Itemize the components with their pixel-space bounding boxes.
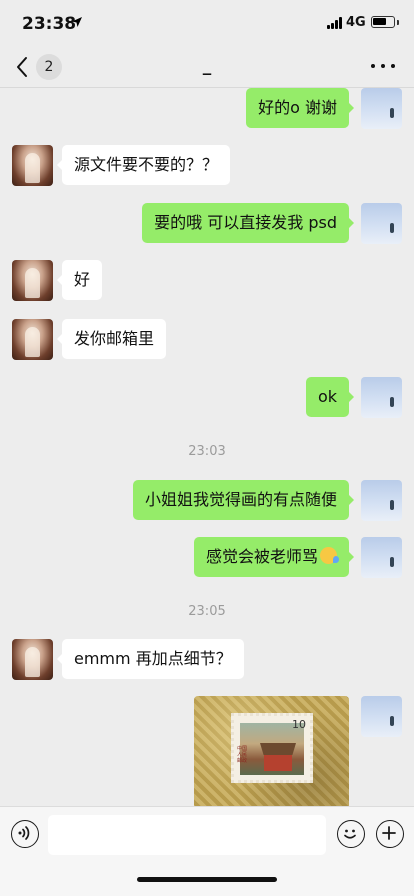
contact-avatar[interactable] xyxy=(12,639,53,680)
more-dots-icon xyxy=(371,64,375,68)
message-bubble-outgoing[interactable]: 要的哦 可以直接发我 psd xyxy=(142,203,354,243)
stamp-text: 中国人民邮政 xyxy=(237,746,248,764)
message-input-bar xyxy=(0,806,414,896)
contact-avatar[interactable] xyxy=(12,319,53,360)
chat-title: _ xyxy=(202,56,212,76)
voice-input-button[interactable] xyxy=(11,820,39,848)
chat-message-list[interactable]: 好的o 谢谢 源文件要不要的？？ 要的哦 可以直接发我 psd 好 发你邮箱里 … xyxy=(0,88,414,806)
status-bar: 23:38 4G xyxy=(0,0,414,48)
message-bubble-incoming[interactable]: 好 xyxy=(56,260,103,300)
status-time: 23:38 xyxy=(22,14,77,34)
message-bubble-outgoing[interactable]: ok xyxy=(305,377,355,417)
timestamp-divider: 23:05 xyxy=(188,604,226,619)
more-options-button[interactable] xyxy=(370,56,396,76)
my-avatar[interactable] xyxy=(361,88,402,129)
image-message[interactable]: 10 中国人民邮政 xyxy=(194,696,349,806)
contact-avatar[interactable] xyxy=(12,145,53,186)
contact-avatar[interactable] xyxy=(12,260,53,301)
smiley-icon xyxy=(344,829,356,839)
voice-icon xyxy=(18,826,30,840)
my-avatar[interactable] xyxy=(361,537,402,578)
laughing-tears-emoji-icon xyxy=(320,547,339,564)
message-text-input[interactable] xyxy=(48,815,326,855)
plus-icon xyxy=(382,826,396,840)
message-bubble-outgoing[interactable]: 小姐姐我觉得画的有点随便 xyxy=(132,480,355,520)
my-avatar[interactable] xyxy=(361,203,402,244)
message-bubble-incoming[interactable]: 发你邮箱里 xyxy=(56,319,167,359)
message-bubble-incoming[interactable]: emmm 再加点细节？ xyxy=(57,639,244,679)
stamp-photo: 10 中国人民邮政 xyxy=(231,713,313,783)
network-type: 4G xyxy=(346,15,366,30)
home-indicator[interactable] xyxy=(137,877,277,882)
message-bubble-outgoing[interactable]: 好的o 谢谢 xyxy=(246,88,354,128)
message-text: 感觉会被老师骂 xyxy=(205,547,318,566)
stamp-value: 10 xyxy=(292,718,306,731)
battery-icon xyxy=(371,16,395,28)
message-bubble-incoming[interactable]: 源文件要不要的？？ xyxy=(56,145,231,185)
emoji-button[interactable] xyxy=(337,820,365,848)
my-avatar[interactable] xyxy=(361,377,402,418)
more-functions-button[interactable] xyxy=(376,820,404,848)
message-bubble-outgoing[interactable]: 感觉会被老师骂 xyxy=(193,537,355,577)
location-arrow-icon xyxy=(72,17,82,27)
battery-level xyxy=(373,18,386,25)
my-avatar[interactable] xyxy=(361,696,402,737)
my-avatar[interactable] xyxy=(361,480,402,521)
timestamp-divider: 23:03 xyxy=(188,444,226,459)
nav-bar: 2 _ xyxy=(0,48,414,88)
